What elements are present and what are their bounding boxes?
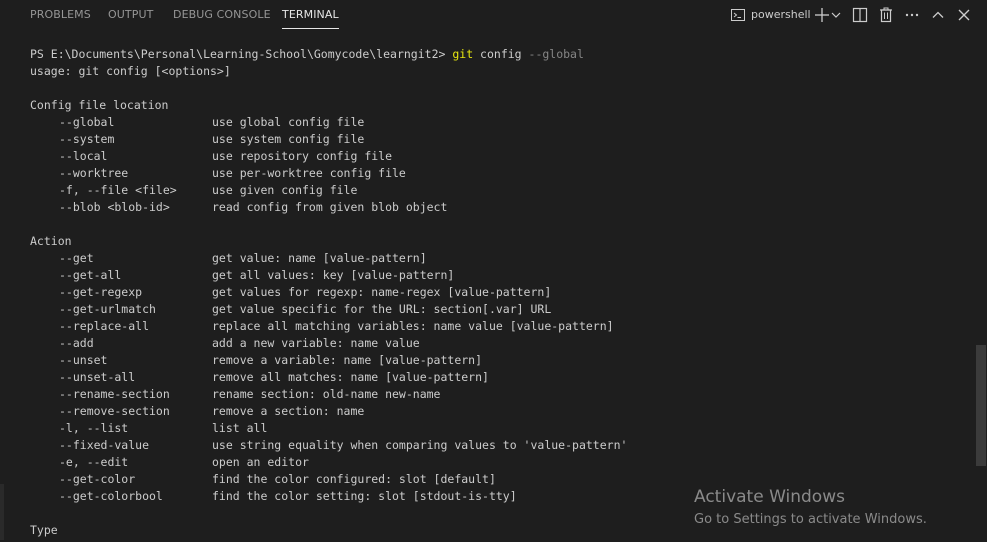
option-description: rename section: old-name new-name xyxy=(212,387,441,401)
option-description: find the color setting: slot [stdout-is-… xyxy=(212,489,517,503)
option-description: use per-worktree config file xyxy=(212,166,406,180)
option-description: read config from given blob object xyxy=(212,200,448,214)
option-name: --local xyxy=(59,149,108,163)
option-name: --replace-all xyxy=(59,319,150,333)
option-name: -e, --edit xyxy=(59,455,129,469)
maximize-chevron-up-icon[interactable] xyxy=(928,5,948,25)
section-heading-type: Type xyxy=(30,523,58,537)
option-name: --get xyxy=(59,251,94,265)
option-name: --get-regexp xyxy=(59,285,143,299)
section-heading-config-file: Config file location xyxy=(30,98,169,112)
terminal-scrollbar[interactable] xyxy=(976,345,986,466)
option-description: use system config file xyxy=(212,132,365,146)
usage-line: usage: git config [<options>] xyxy=(30,64,231,78)
activate-windows-watermark: Activate Windows Go to Settings to activ… xyxy=(694,486,927,530)
option-description: list all xyxy=(212,421,268,435)
option-name: --get-urlmatch xyxy=(59,302,156,316)
option-description: get value specific for the URL: section[… xyxy=(212,302,552,316)
option-name: --global xyxy=(59,115,115,129)
plus-icon[interactable] xyxy=(812,5,832,25)
terminal-panel: PROBLEMS OUTPUT DEBUG CONSOLE TERMINAL p… xyxy=(0,0,987,542)
option-description: get values for regexp: name-regex [value… xyxy=(212,285,552,299)
option-description: remove a section: name xyxy=(212,404,365,418)
option-name: --add xyxy=(59,336,94,350)
option-name: --fixed-value xyxy=(59,438,150,452)
command-flag: --global xyxy=(528,47,584,61)
option-description: use repository config file xyxy=(212,149,393,163)
section-heading-action: Action xyxy=(30,234,72,248)
watermark-title: Activate Windows xyxy=(694,487,845,507)
option-description: get value: name [value-pattern] xyxy=(212,251,427,265)
tab-problems[interactable]: PROBLEMS xyxy=(30,0,91,30)
option-description: add a new variable: name value xyxy=(212,336,420,350)
option-name: --worktree xyxy=(59,166,129,180)
option-description: use global config file xyxy=(212,115,365,129)
option-description: use string equality when comparing value… xyxy=(212,438,628,452)
option-description: get all values: key [value-pattern] xyxy=(212,268,455,282)
close-icon[interactable] xyxy=(954,5,974,25)
watermark-subtitle: Go to Settings to activate Windows. xyxy=(694,512,927,527)
option-description: remove a variable: name [value-pattern] xyxy=(212,353,483,367)
panel-tab-bar: PROBLEMS OUTPUT DEBUG CONSOLE TERMINAL p… xyxy=(0,0,987,30)
option-description: find the color configured: slot [default… xyxy=(212,472,496,486)
prompt: PS E:\Documents\Personal\Learning-School… xyxy=(30,47,453,61)
option-name: --get-color xyxy=(59,472,136,486)
command-git: git xyxy=(452,47,474,61)
option-name: --rename-section xyxy=(59,387,170,401)
tab-output[interactable]: OUTPUT xyxy=(108,0,153,30)
more-icon[interactable] xyxy=(902,5,922,25)
option-description: open an editor xyxy=(212,455,309,469)
command-line: PS E:\Documents\Personal\Learning-School… xyxy=(30,46,584,63)
option-name: -l, --list xyxy=(59,421,129,435)
option-description: remove all matches: name [value-pattern] xyxy=(212,370,489,384)
split-icon[interactable] xyxy=(850,5,870,25)
tab-debug-console[interactable]: DEBUG CONSOLE xyxy=(173,0,271,30)
command-subcommand: config xyxy=(473,47,529,61)
gutter-decoration xyxy=(0,484,4,540)
option-name: --system xyxy=(59,132,115,146)
option-name: --get-all xyxy=(59,268,122,282)
option-name: --blob <blob-id> xyxy=(59,200,170,214)
terminal-output[interactable]: PS E:\Documents\Personal\Learning-School… xyxy=(0,44,987,542)
trash-icon[interactable] xyxy=(876,5,896,25)
option-name: --get-colorbool xyxy=(59,489,163,503)
option-description: replace all matching variables: name val… xyxy=(212,319,614,333)
tab-terminal[interactable]: TERMINAL xyxy=(282,0,339,30)
terminal-icon xyxy=(730,7,746,27)
option-description: use given config file xyxy=(212,183,358,197)
option-name: --remove-section xyxy=(59,404,170,418)
option-name: --unset xyxy=(59,353,108,367)
option-name: --unset-all xyxy=(59,370,136,384)
chevron-down-icon[interactable] xyxy=(830,5,842,25)
shell-name: powershell xyxy=(751,8,811,21)
option-name: -f, --file <file> xyxy=(59,183,177,197)
